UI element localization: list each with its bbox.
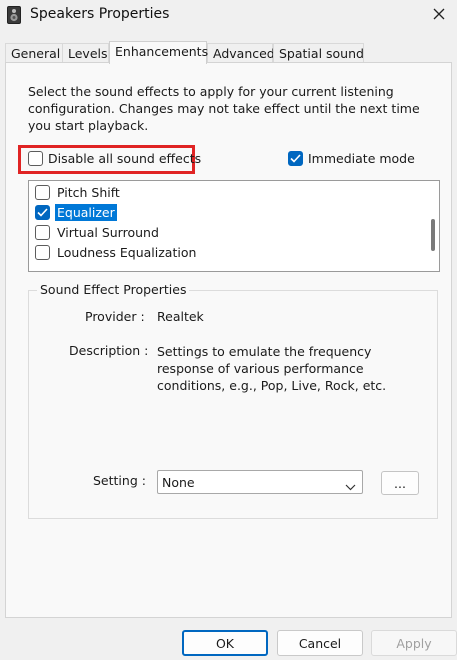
tab-levels[interactable]: Levels — [62, 43, 109, 63]
checkbox-unchecked-icon[interactable] — [35, 225, 50, 240]
chevron-down-icon — [345, 479, 356, 494]
intro-text: Select the sound effects to apply for yo… — [28, 84, 420, 133]
checkbox-unchecked-icon — [28, 151, 43, 166]
effect-pitch-shift[interactable]: Pitch Shift — [35, 183, 122, 202]
tab-spatial-sound[interactable]: Spatial sound — [273, 43, 364, 63]
description-value: Settings to emulate the frequency respon… — [157, 344, 387, 393]
effects-list[interactable]: Pitch Shift Equalizer Virtual Surround L… — [28, 180, 440, 272]
tab-advanced[interactable]: Advanced — [207, 43, 275, 63]
ok-button[interactable]: OK — [182, 630, 268, 656]
setting-value: None — [162, 475, 195, 490]
apply-button[interactable]: Apply — [371, 630, 457, 656]
effect-loudness-equalization[interactable]: Loudness Equalization — [35, 243, 198, 262]
provider-label: Provider : — [85, 309, 145, 324]
checkbox-checked-icon — [288, 151, 303, 166]
effect-label: Loudness Equalization — [57, 245, 197, 260]
title-bar[interactable]: Speakers Properties — [0, 0, 457, 30]
window-title: Speakers Properties — [30, 6, 170, 22]
setting-select[interactable]: None — [157, 470, 363, 494]
setting-label: Setting : — [93, 473, 146, 488]
group-title: Sound Effect Properties — [37, 282, 190, 297]
close-button[interactable] — [420, 0, 457, 28]
cancel-button[interactable]: Cancel — [277, 630, 363, 656]
effect-label: Virtual Surround — [57, 225, 159, 240]
checkbox-checked-icon[interactable] — [35, 205, 50, 220]
effect-equalizer[interactable]: Equalizer — [35, 203, 117, 222]
speaker-app-icon — [7, 6, 21, 24]
disable-all-label: Disable all sound effects — [48, 151, 202, 166]
checkbox-unchecked-icon[interactable] — [35, 245, 50, 260]
enhancements-panel: Select the sound effects to apply for yo… — [5, 62, 452, 618]
tab-enhancements[interactable]: Enhancements — [109, 41, 208, 64]
list-scrollbar[interactable] — [431, 219, 435, 251]
sound-effect-properties-group: Sound Effect Properties Provider : Realt… — [28, 282, 438, 519]
close-icon — [433, 8, 444, 20]
checkbox-unchecked-icon[interactable] — [35, 185, 50, 200]
effect-label: Pitch Shift — [57, 185, 120, 200]
effect-label: Equalizer — [55, 204, 117, 221]
disable-all-checkbox[interactable]: Disable all sound effects — [28, 151, 201, 166]
speakers-properties-window: Speakers Properties General Levels Enhan… — [0, 0, 457, 660]
effect-virtual-surround[interactable]: Virtual Surround — [35, 223, 161, 242]
immediate-mode-checkbox[interactable]: Immediate mode — [288, 151, 415, 166]
description-label: Description : — [69, 343, 149, 358]
immediate-mode-label: Immediate mode — [308, 151, 415, 166]
provider-value: Realtek — [157, 309, 204, 324]
tab-general[interactable]: General — [5, 43, 63, 63]
more-options-button[interactable]: ... — [381, 471, 419, 495]
